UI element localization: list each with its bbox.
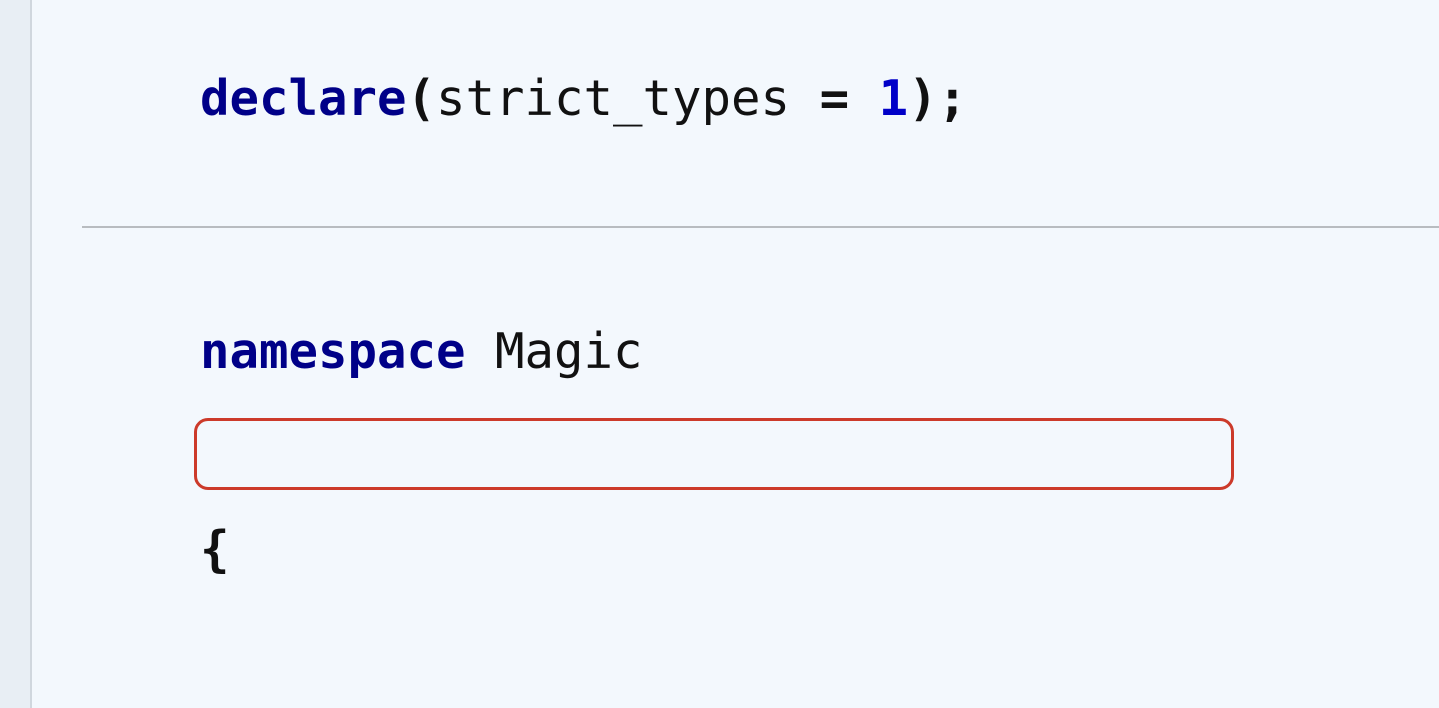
code-line-3[interactable]: {	[82, 451, 1439, 649]
keyword-declare: declare	[200, 70, 407, 127]
code-line-1[interactable]: declare(strict_types = 1);	[82, 0, 1439, 198]
code-editor[interactable]: declare(strict_types = 1); namespace Mag…	[32, 0, 1439, 708]
equals: =	[790, 70, 879, 127]
ident-magic: Magic	[495, 323, 643, 380]
space	[466, 323, 496, 380]
number-literal: 1	[879, 70, 909, 127]
section-separator	[82, 226, 1439, 228]
brace-open: {	[200, 521, 230, 578]
editor-gutter	[0, 0, 32, 708]
keyword-namespace: namespace	[200, 323, 466, 380]
stmt-end: );	[908, 70, 967, 127]
code-line-4[interactable]: $isBlack = false;	[82, 649, 1439, 708]
code-line-2[interactable]: namespace Magic	[82, 252, 1439, 450]
paren-open: (	[407, 70, 437, 127]
ident-strict-types: strict_types	[436, 70, 790, 127]
